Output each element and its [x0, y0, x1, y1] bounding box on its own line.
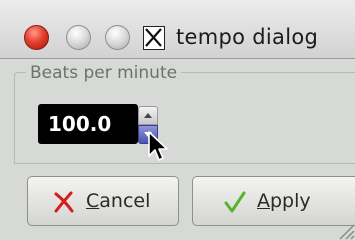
window-title: tempo dialog [176, 25, 319, 49]
checkmark-icon [224, 191, 246, 213]
frame-label: Beats per minute [26, 63, 182, 83]
arrow-up-icon [144, 113, 152, 118]
tempo-spin-entry[interactable]: 100.0 [38, 104, 138, 144]
maximize-window-button[interactable] [105, 25, 130, 50]
minimize-window-button[interactable] [66, 25, 91, 50]
cancel-x-icon [54, 191, 74, 213]
close-window-button[interactable] [24, 25, 49, 50]
resize-grip-icon[interactable] [333, 218, 355, 240]
cancel-button-label: Cancel [86, 190, 151, 212]
cancel-button[interactable]: Cancel [27, 176, 179, 226]
apply-button[interactable]: Apply [192, 176, 355, 226]
apply-button-label: Apply [257, 190, 311, 212]
x11-app-icon [143, 26, 165, 50]
mouse-pointer-icon [148, 131, 168, 161]
spin-up-button[interactable] [138, 106, 158, 125]
title-bar: tempo dialog [0, 0, 355, 59]
